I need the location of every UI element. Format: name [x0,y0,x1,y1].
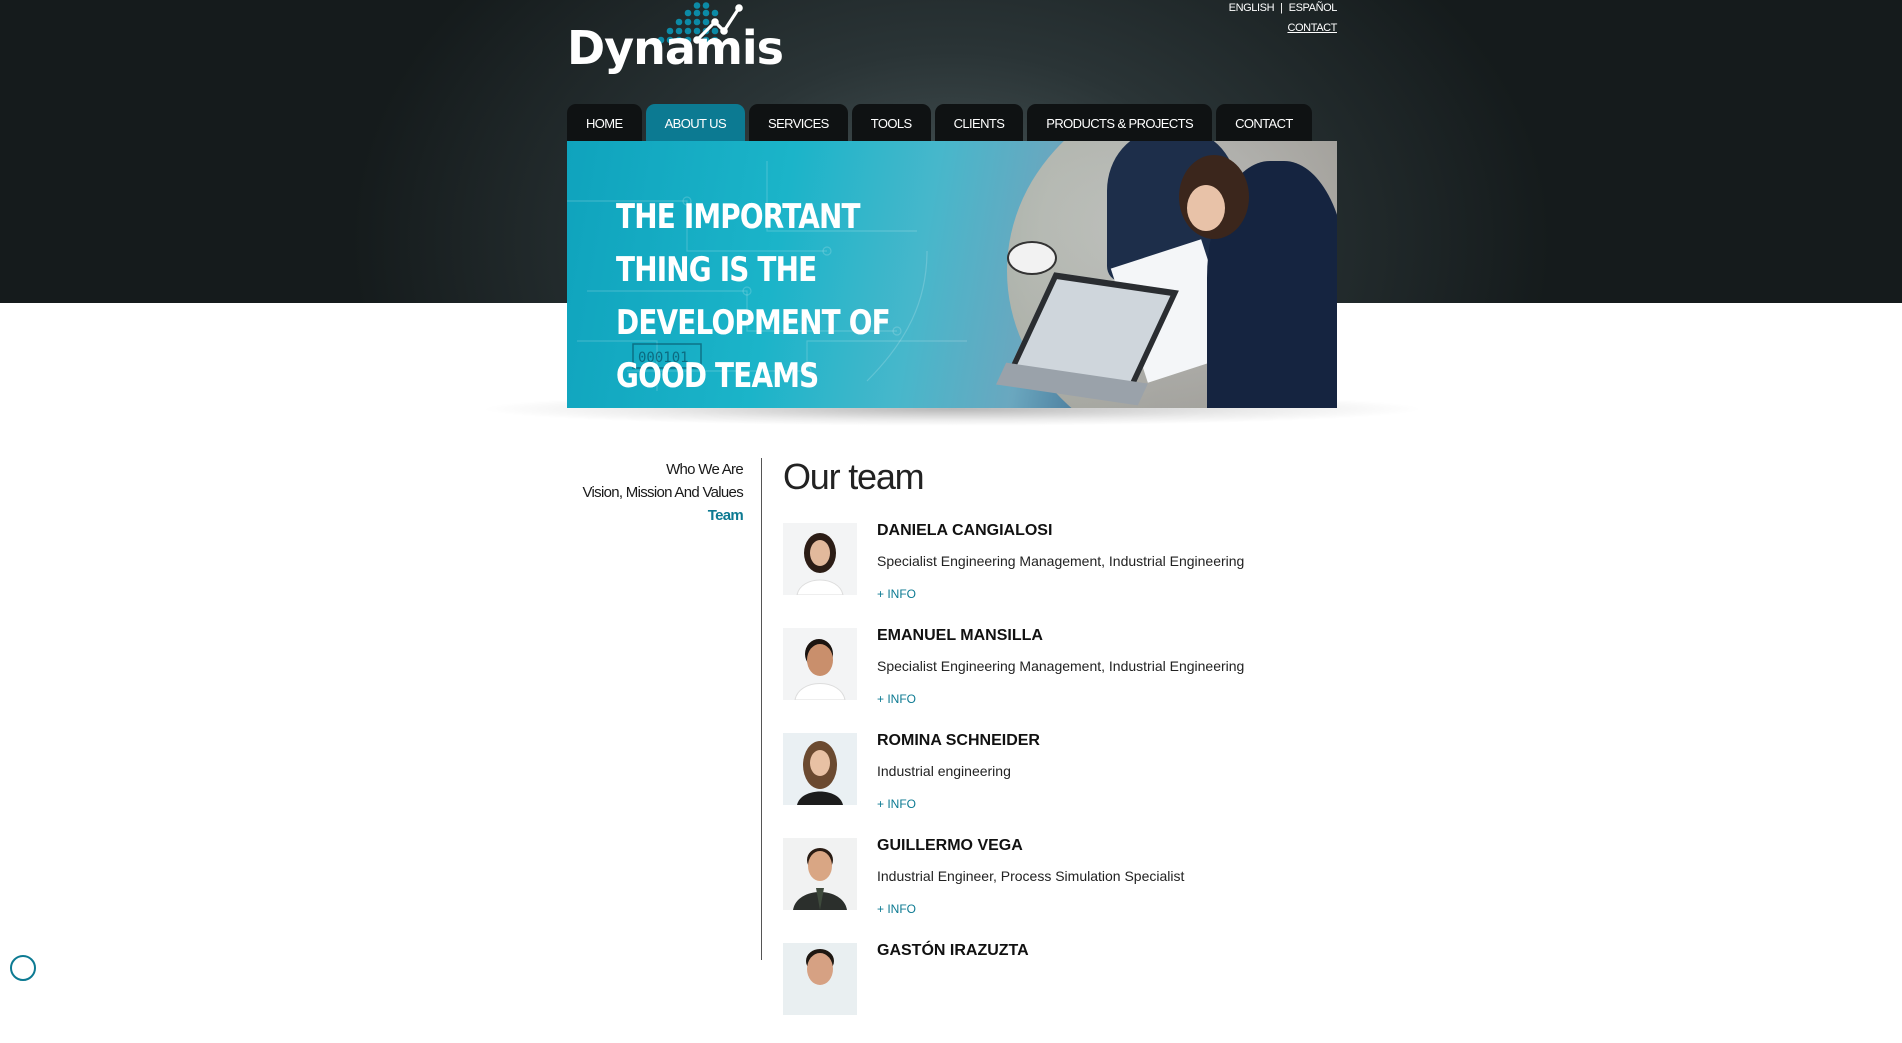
hero-photo-cup [1007,241,1057,275]
main-nav: HOME ABOUT US SERVICES TOOLS CLIENTS PRO… [567,104,1316,141]
team-section: Our team DANIELA CANGIALOSI Specialist E… [783,455,1337,1015]
nav-tab-services[interactable]: SERVICES [749,104,848,141]
member-photo [783,943,857,1015]
language-separator: | [1280,2,1283,14]
team-member: GUILLERMO VEGA Industrial Engineer, Proc… [783,837,1337,938]
espanol-link[interactable]: ESPAÑOL [1289,2,1338,14]
header-contact-link[interactable]: CONTACT [1229,22,1337,34]
member-role: Specialist Engineering Management, Indus… [877,553,1245,569]
member-info-link[interactable]: + INFO [877,587,916,601]
member-role: Industrial Engineer, Process Simulation … [877,868,1185,884]
nav-tab-clients[interactable]: CLIENTS [934,104,1024,141]
sidebar-item-who-we-are[interactable]: Who We Are [567,458,744,481]
member-photo [783,523,857,595]
sidebar-item-vision-mission[interactable]: Vision, Mission And Values [567,481,743,504]
team-member: GASTÓN IRAZUZTA [783,942,1337,1043]
member-name: GASTÓN IRAZUZTA [877,942,1029,959]
hero-banner: 000101 THE IMPORTANT THING IS THE DEVELO… [567,141,1337,408]
language-selector: ENGLISH | ESPAÑOL CONTACT [1229,2,1338,34]
member-name: GUILLERMO VEGA [877,837,1023,854]
english-link[interactable]: ENGLISH [1229,2,1275,14]
member-photo [783,628,857,700]
chat-widget-icon[interactable] [10,955,36,981]
member-name: DANIELA CANGIALOSI [877,522,1053,539]
nav-tab-about-us[interactable]: ABOUT US [645,104,746,141]
member-name: ROMINA SCHNEIDER [877,732,1040,749]
sidebar-divider [761,458,762,960]
team-member: ROMINA SCHNEIDER Industrial engineering … [783,732,1337,833]
team-member: EMANUEL MANSILLA Specialist Engineering … [783,627,1337,728]
language-row: ENGLISH | ESPAÑOL [1229,2,1338,14]
nav-tab-products-projects[interactable]: PRODUCTS & PROJECTS [1027,104,1213,141]
nav-tab-tools[interactable]: TOOLS [851,104,931,141]
team-member: DANIELA CANGIALOSI Specialist Engineerin… [783,522,1337,623]
hero-photo-woman-face [1187,185,1225,231]
member-info-link[interactable]: + INFO [877,692,916,706]
hero-headline: THE IMPORTANT THING IS THE DEVELOPMENT O… [616,197,891,396]
member-role: Industrial engineering [877,763,1011,779]
dynamis-logo[interactable]: Dynamis [567,0,784,80]
logo-text: Dynamis [567,21,784,75]
member-name: EMANUEL MANSILLA [877,627,1043,644]
member-info-link[interactable]: + INFO [877,797,916,811]
nav-tab-home[interactable]: HOME [567,104,642,141]
about-sidebar: Who We Are Vision, Mission And Values Te… [567,458,743,527]
member-photo [783,733,857,805]
sidebar-item-team[interactable]: Team [567,504,744,527]
member-info-link[interactable]: + INFO [877,902,916,916]
page-container: Dynamis ENGLISH | ESPAÑOL CONTACT HOME ABO… [477,0,1427,1015]
nav-tab-contact[interactable]: CONTACT [1216,104,1312,141]
page-title: Our team [783,456,925,497]
member-photo [783,838,857,910]
member-role: Specialist Engineering Management, Indus… [877,658,1245,674]
